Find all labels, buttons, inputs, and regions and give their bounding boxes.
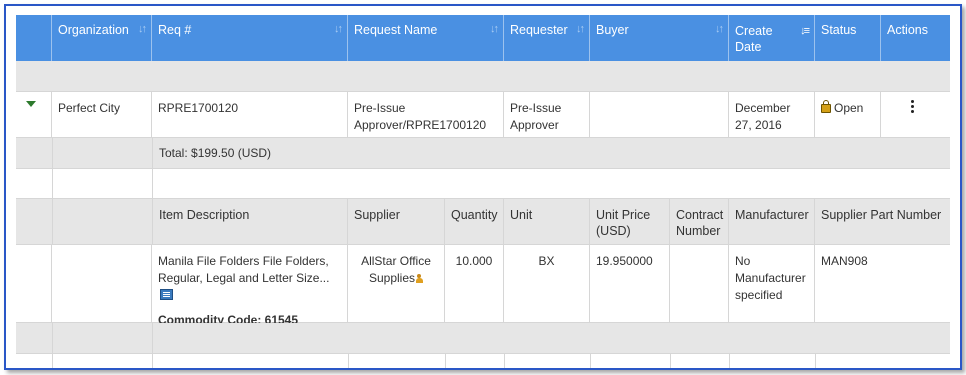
item-header-divider-a	[52, 199, 53, 245]
item-contract-number-cell	[670, 245, 729, 323]
create-date-value: December 27, 2016	[735, 101, 791, 132]
col-header-organization-label: Organization	[58, 23, 129, 37]
sort-icon[interactable]: ↓↑	[138, 23, 147, 35]
blank-row	[16, 169, 950, 199]
lock-icon	[821, 100, 831, 113]
requests-table: Organization ↓↑ Req # ↓↑ Request Name ↓↑…	[4, 4, 962, 370]
partial-row	[16, 354, 950, 368]
item-unit-price-cell: 19.950000	[590, 245, 670, 323]
item-col-unit-price-label: Unit Price (USD)	[596, 208, 651, 238]
cell-buyer	[590, 92, 729, 138]
col-header-request-name[interactable]: Request Name ↓↑	[348, 15, 504, 61]
item-unit-price-value: 19.950000	[596, 254, 653, 268]
col-header-request-name-label: Request Name	[354, 23, 438, 37]
item-col-description-label: Item Description	[159, 208, 250, 222]
col-header-actions: Actions	[881, 15, 950, 61]
status-value: Open	[834, 101, 864, 115]
expand-toggle[interactable]	[16, 92, 52, 138]
item-description-cell: Manila File Folders File Folders, Regula…	[152, 245, 348, 327]
partial-divider-1	[52, 354, 53, 368]
requester-value: Pre-Issue Approver	[510, 101, 562, 132]
item-row-gutter-1	[16, 245, 52, 323]
col-header-create-date-label: Create Date	[735, 24, 773, 54]
col-header-status: Status	[815, 15, 881, 61]
supplier-contact-icon[interactable]	[416, 274, 424, 283]
partial-divider-6	[590, 354, 591, 368]
item-col-supplier-part-number: Supplier Part Number	[815, 199, 950, 245]
partial-divider-4	[445, 354, 446, 368]
partial-divider-2	[152, 354, 153, 368]
item-col-quantity-label: Quantity	[451, 208, 498, 222]
total-row-gutter	[52, 138, 53, 169]
sort-icon[interactable]: ↓↑	[334, 23, 343, 35]
trailing-divider-2	[152, 323, 153, 354]
col-header-status-label: Status	[821, 23, 857, 37]
item-col-unit-label: Unit	[510, 208, 533, 222]
trailing-divider-1	[52, 323, 53, 354]
sort-icon[interactable]: ↓↑	[576, 23, 585, 35]
organization-value: Perfect City	[58, 101, 121, 115]
cell-req-num: RPRE1700120	[152, 92, 348, 138]
item-col-supplier: Supplier	[348, 199, 445, 245]
item-col-contract-number-label: Contract Number	[676, 208, 724, 238]
trailing-grey-row	[16, 323, 950, 354]
col-header-actions-label: Actions	[887, 23, 928, 37]
item-col-description: Item Description	[152, 199, 348, 245]
cell-request-name: Pre-Issue Approver/RPRE1700120	[348, 92, 504, 138]
item-col-supplier-part-number-label: Supplier Part Number	[821, 208, 942, 222]
item-row-gutter-2	[52, 245, 152, 323]
col-header-requester-label: Requester	[510, 23, 568, 37]
cell-actions	[881, 92, 950, 138]
item-col-contract-number: Contract Number	[670, 199, 729, 245]
sort-icon[interactable]: ↓↑	[715, 23, 724, 35]
blank-row-divider-2	[152, 169, 153, 199]
item-supplier-part-number-cell: MAN908	[815, 245, 950, 323]
caret-down-icon[interactable]	[26, 101, 36, 107]
col-header-expand	[16, 15, 52, 61]
item-manufacturer-cell: No Manufacturer specified	[729, 245, 815, 323]
partial-divider-8	[729, 354, 730, 368]
col-header-create-date[interactable]: Create Date ↓≡	[729, 15, 815, 61]
item-col-unit-price: Unit Price (USD)	[590, 199, 670, 245]
partial-divider-3	[348, 354, 349, 368]
item-col-supplier-label: Supplier	[354, 208, 400, 222]
total-value: Total: $199.50 (USD)	[159, 146, 272, 160]
total-text: Total: $199.50 (USD)	[152, 138, 950, 169]
item-manufacturer-value: No Manufacturer specified	[735, 254, 806, 302]
cell-organization: Perfect City	[52, 92, 152, 138]
catalog-icon[interactable]	[160, 289, 173, 300]
col-header-buyer-label: Buyer	[596, 23, 629, 37]
spacer-row	[16, 61, 950, 92]
partial-divider-7	[670, 354, 671, 368]
item-col-manufacturer: Manufacturer	[729, 199, 815, 245]
sort-active-icon[interactable]: ↓≡	[800, 23, 810, 39]
item-supplier-cell: AllStar Office Supplies	[348, 245, 445, 323]
item-quantity-cell: 10.000	[445, 245, 504, 323]
item-supplier-part-number-value: MAN908	[821, 254, 868, 268]
sort-icon[interactable]: ↓↑	[490, 23, 499, 35]
req-num-value[interactable]: RPRE1700120	[158, 101, 238, 115]
item-quantity-value: 10.000	[455, 254, 493, 268]
cell-create-date: December 27, 2016	[729, 92, 815, 138]
partial-divider-5	[504, 354, 505, 368]
col-header-req-num-label: Req #	[158, 23, 192, 37]
col-header-requester[interactable]: Requester ↓↑	[504, 15, 590, 61]
cell-requester: Pre-Issue Approver	[504, 92, 590, 138]
item-unit-value: BX	[538, 254, 555, 268]
request-name-value: Pre-Issue Approver/RPRE1700120	[354, 101, 487, 132]
item-col-manufacturer-label: Manufacturer	[735, 208, 809, 222]
col-header-req-num[interactable]: Req # ↓↑	[152, 15, 348, 61]
item-description-value[interactable]: Manila File Folders File Folders, Regula…	[158, 254, 329, 285]
kebab-menu-icon[interactable]	[911, 100, 915, 115]
blank-row-divider-1	[52, 169, 53, 199]
partial-divider-9	[815, 354, 816, 368]
item-col-unit: Unit	[504, 199, 590, 245]
col-header-buyer[interactable]: Buyer ↓↑	[590, 15, 729, 61]
col-header-organization[interactable]: Organization ↓↑	[52, 15, 152, 61]
item-unit-cell: BX	[504, 245, 590, 323]
item-col-quantity: Quantity	[445, 199, 504, 245]
cell-status: Open	[815, 92, 881, 138]
